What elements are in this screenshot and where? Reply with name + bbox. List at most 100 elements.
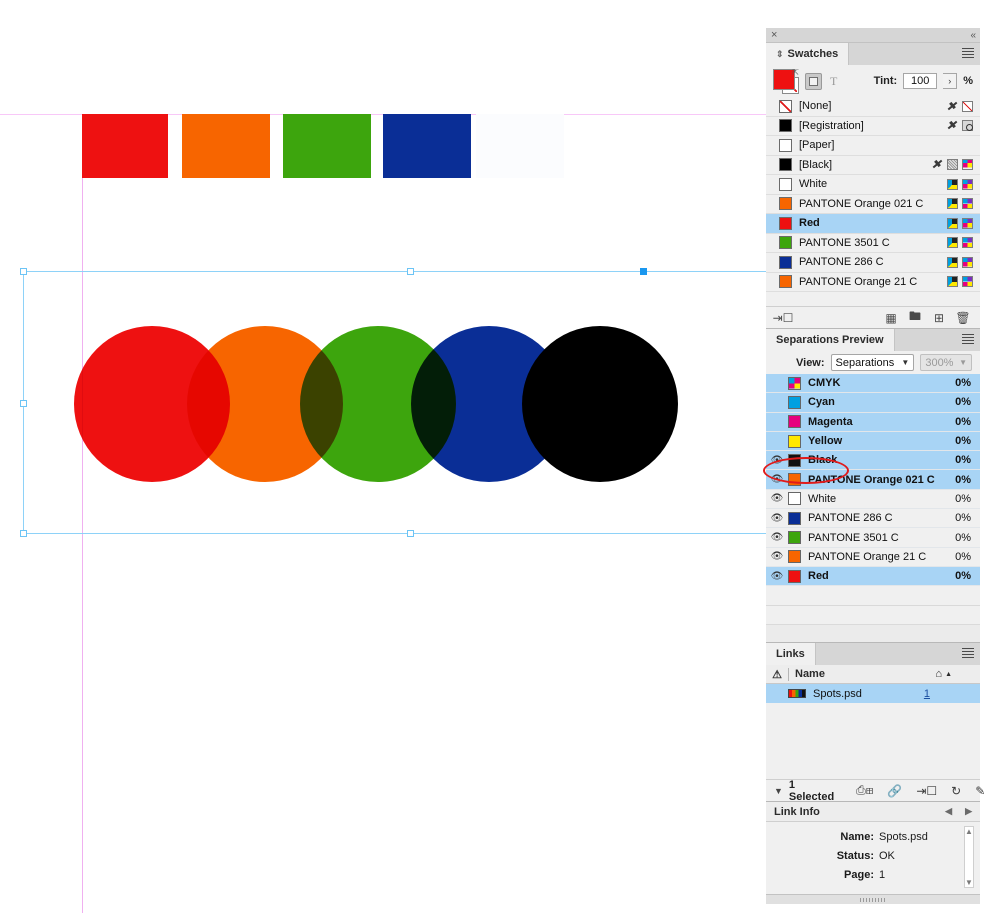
separations-list[interactable]: CMYK 0% Cyan 0% Magenta 0% Yellow 0% 👁 B… bbox=[766, 374, 980, 643]
swatch-box-white[interactable] bbox=[476, 114, 564, 178]
next-link-icon[interactable]: ▶ bbox=[965, 806, 972, 817]
table-row[interactable]: 👁 PANTONE Orange 21 C 0% bbox=[766, 548, 980, 567]
table-row[interactable]: 👁 Red 0% bbox=[766, 566, 980, 587]
swatch-box-blue[interactable] bbox=[383, 114, 471, 178]
visibility-eye-icon[interactable]: 👁 bbox=[766, 455, 788, 466]
table-row[interactable]: 👁 Black 0% bbox=[766, 451, 980, 471]
chevron-down-icon[interactable]: ▼ bbox=[774, 786, 783, 796]
table-row[interactable]: Yellow 0% bbox=[766, 431, 980, 452]
scrollbar[interactable]: ▲ ▼ bbox=[964, 826, 974, 889]
table-row[interactable]: PANTONE Orange 021 C bbox=[766, 195, 980, 214]
column-header-name[interactable]: Name bbox=[789, 668, 825, 680]
table-row[interactable]: CMYK 0% bbox=[766, 374, 980, 394]
application-window: × « ⇕ Swatches ⇱ T Tint: 100 › % [None] … bbox=[0, 0, 998, 913]
go-to-link-icon[interactable]: 🔗 bbox=[887, 784, 902, 798]
circle-black[interactable] bbox=[522, 326, 678, 482]
table-row-selected[interactable]: Red bbox=[766, 214, 980, 234]
previous-link-icon[interactable]: ◀ bbox=[945, 806, 952, 817]
separation-name: Black bbox=[808, 454, 838, 467]
table-row[interactable]: 👁 PANTONE Orange 021 C 0% bbox=[766, 470, 980, 490]
update-link-icon[interactable]: ⇥☐ bbox=[916, 784, 937, 798]
selection-handle-top-center[interactable] bbox=[407, 268, 414, 275]
links-panel-menu-icon[interactable] bbox=[962, 648, 974, 659]
separation-chip-red bbox=[788, 569, 801, 583]
apply-to-text-button[interactable]: T bbox=[828, 74, 839, 89]
selection-handle-bottom-center[interactable] bbox=[407, 530, 414, 537]
swap-fill-stroke-icon[interactable]: ⇱ bbox=[792, 68, 799, 77]
swatch-chip-white bbox=[779, 177, 792, 191]
new-swatch-icon[interactable]: ⊞ bbox=[932, 311, 946, 325]
link-page-number[interactable]: 1 bbox=[924, 688, 980, 700]
selection-handle-top-left[interactable] bbox=[20, 268, 27, 275]
selection-handle-middle-left[interactable] bbox=[20, 400, 27, 407]
separation-percent: 0% bbox=[955, 492, 971, 505]
visibility-eye-icon[interactable]: 👁 bbox=[766, 493, 788, 504]
tab-links[interactable]: Links bbox=[766, 643, 816, 666]
field-label: Page: bbox=[844, 869, 874, 882]
table-row[interactable]: White bbox=[766, 175, 980, 195]
tab-separations-label: Separations Preview bbox=[776, 334, 884, 346]
panel-resize-grip[interactable] bbox=[766, 894, 980, 905]
selection-handle-top-right[interactable] bbox=[640, 268, 647, 275]
fill-stroke-proxy[interactable]: ⇱ bbox=[773, 68, 799, 94]
eyedropper-icon[interactable] bbox=[932, 159, 943, 170]
tint-unit-label: % bbox=[963, 75, 973, 87]
link-filename: Spots.psd bbox=[813, 687, 862, 700]
swatch-chip-registration bbox=[779, 119, 792, 133]
new-color-group-icon[interactable]: ▦ bbox=[884, 311, 898, 325]
table-row[interactable]: PANTONE Orange 21 C bbox=[766, 273, 980, 292]
visibility-eye-icon[interactable]: 👁 bbox=[766, 551, 788, 562]
separations-panel-menu-icon[interactable] bbox=[962, 334, 974, 345]
separation-chip-pantone-orange-021 bbox=[788, 473, 801, 487]
swatch-box-red[interactable] bbox=[82, 114, 168, 178]
edit-original-icon[interactable]: ✎ bbox=[975, 784, 985, 798]
delete-swatch-icon[interactable]: 🗑 bbox=[955, 311, 970, 325]
table-row[interactable]: Magenta 0% bbox=[766, 412, 980, 432]
visibility-eye-icon[interactable]: 👁 bbox=[766, 474, 788, 485]
new-color-group-folder-icon[interactable]: 🖿 bbox=[908, 309, 922, 325]
column-header-page[interactable]: ⌂ ▲ bbox=[935, 668, 980, 680]
table-row[interactable]: 👁 PANTONE 3501 C 0% bbox=[766, 528, 980, 548]
table-row[interactable]: [Paper] bbox=[766, 136, 980, 156]
swatch-box-green[interactable] bbox=[283, 114, 371, 178]
eyedropper-icon[interactable] bbox=[947, 120, 958, 131]
table-row[interactable]: Cyan 0% bbox=[766, 393, 980, 413]
visibility-eye-icon[interactable]: 👁 bbox=[766, 513, 788, 524]
table-row[interactable]: [Registration] bbox=[766, 117, 980, 136]
separation-name: Red bbox=[808, 570, 829, 583]
tab-separations-preview[interactable]: Separations Preview bbox=[766, 329, 895, 351]
collapse-panels-icon[interactable]: « bbox=[970, 29, 975, 42]
table-row[interactable]: [Black] bbox=[766, 156, 980, 175]
scroll-down-icon[interactable]: ▼ bbox=[965, 878, 973, 887]
document-canvas[interactable] bbox=[0, 0, 766, 913]
tint-input[interactable]: 100 bbox=[903, 73, 938, 89]
process-color-icon bbox=[962, 256, 973, 268]
selection-handle-bottom-left[interactable] bbox=[20, 530, 27, 537]
apply-to-container-button[interactable] bbox=[805, 72, 822, 90]
visibility-eye-icon[interactable]: 👁 bbox=[766, 532, 788, 543]
separation-percent: 0% bbox=[955, 454, 971, 467]
visibility-eye-icon[interactable]: 👁 bbox=[766, 571, 788, 582]
swatch-row-icons bbox=[947, 120, 980, 132]
relink-icon[interactable]: ⎙⊞ bbox=[856, 783, 873, 798]
table-row[interactable]: PANTONE 286 C bbox=[766, 253, 980, 273]
table-row[interactable]: [None] bbox=[766, 97, 980, 117]
table-row[interactable]: PANTONE 3501 C bbox=[766, 234, 980, 253]
view-mode-select[interactable]: Separations ▼ bbox=[830, 354, 915, 371]
table-row[interactable]: 👁 PANTONE 286 C 0% bbox=[766, 509, 980, 529]
scroll-up-icon[interactable]: ▲ bbox=[965, 827, 973, 836]
eyedropper-icon[interactable] bbox=[947, 101, 958, 112]
separation-chip-white bbox=[788, 492, 801, 506]
list-item[interactable]: Spots.psd 1 bbox=[766, 684, 980, 704]
swatches-list[interactable]: [None] [Registration] [Paper] [Black] Wh… bbox=[766, 97, 980, 306]
show-swatch-options-icon[interactable]: ⇥☐ bbox=[773, 311, 794, 325]
table-row[interactable]: 👁 White 0% bbox=[766, 490, 980, 510]
tint-dropdown-arrow[interactable]: › bbox=[943, 73, 958, 89]
links-column-headers: ⚠ Name ⌂ ▲ bbox=[766, 665, 980, 685]
refresh-icon[interactable]: ↻ bbox=[951, 784, 961, 798]
swatches-panel-menu-icon[interactable] bbox=[962, 48, 974, 59]
swatch-box-orange[interactable] bbox=[182, 114, 270, 178]
close-icon[interactable]: × bbox=[771, 29, 777, 42]
tab-swatches[interactable]: ⇕ Swatches bbox=[766, 43, 850, 65]
spot-color-icon bbox=[947, 256, 958, 268]
